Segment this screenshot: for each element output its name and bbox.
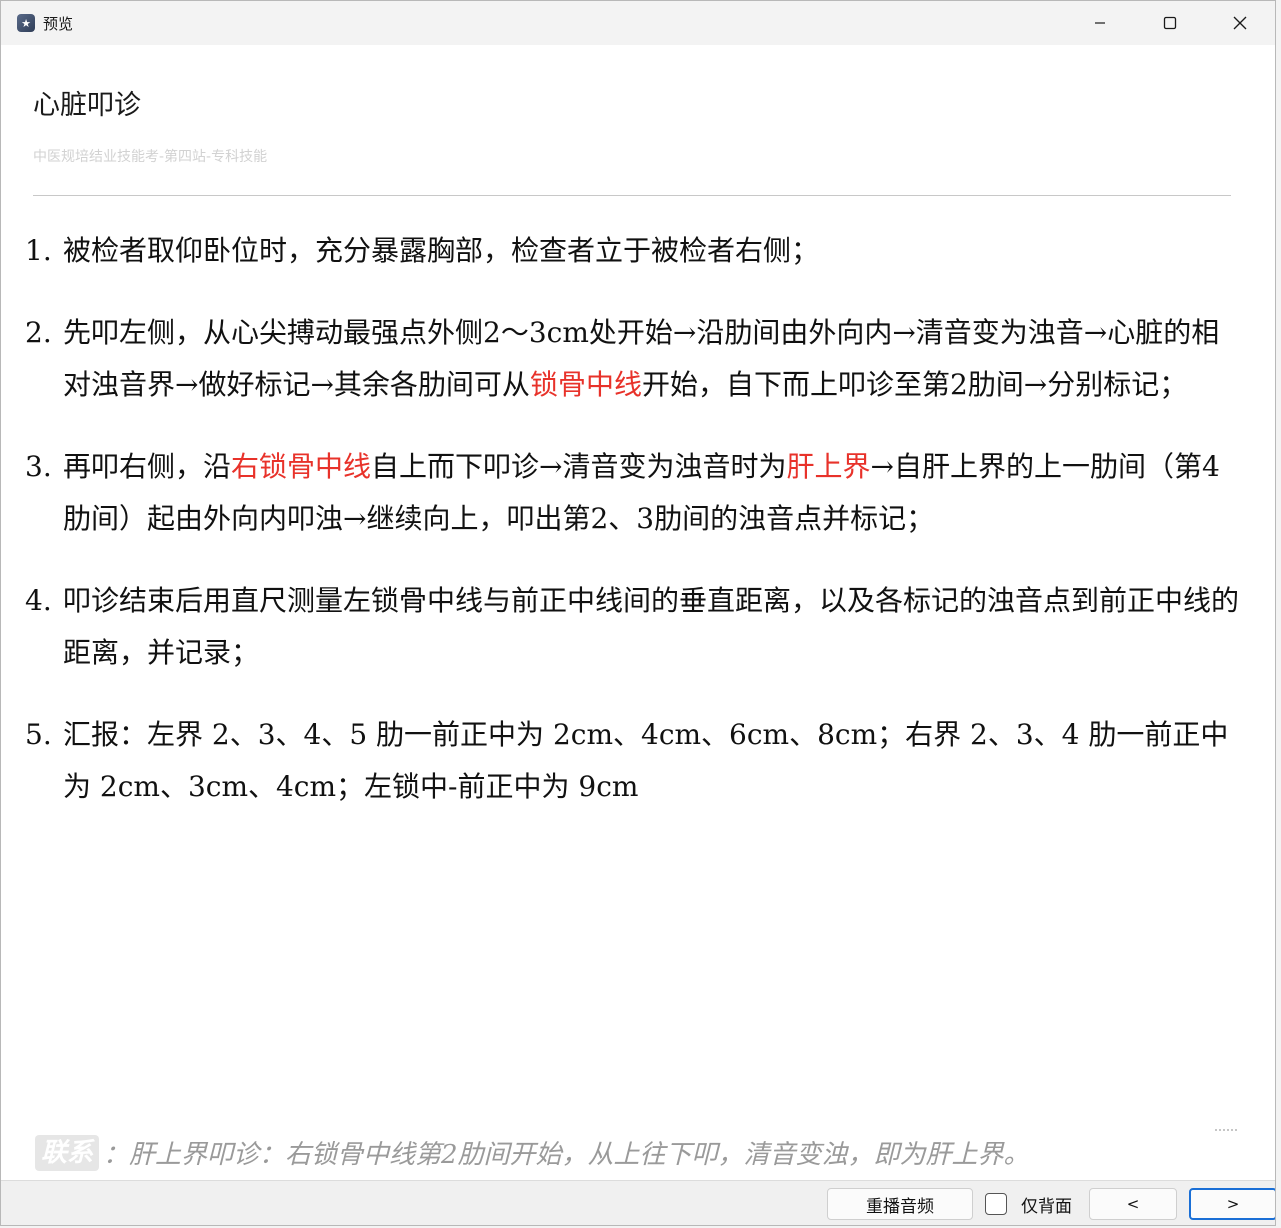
step-text: 再叩右侧，沿: [63, 450, 232, 483]
step-text: 叩诊结束后用直尺测量左锁骨中线与前正中线间的垂直距离，以及各标记的浊音点到前正中…: [63, 584, 1240, 669]
step-number: 3.: [25, 450, 52, 483]
window-title: 预览: [43, 14, 74, 33]
window-controls: [1065, 1, 1275, 45]
next-button[interactable]: >: [1189, 1188, 1275, 1220]
maximize-icon: [1163, 16, 1177, 30]
title-bar: ★ 预览: [1, 1, 1275, 45]
step-number: 1.: [25, 234, 52, 267]
highlight-text: 肝上界: [786, 450, 871, 483]
scroll-grip-icon[interactable]: [1215, 1129, 1237, 1135]
page-subtitle: 中医规培结业技能考-第四站-专科技能: [33, 149, 268, 165]
back-only-checkbox[interactable]: [985, 1193, 1007, 1215]
footnote-text: ：肝上界叩诊：右锁骨中线第2肋间开始，从上往下叩，清音变浊，即为肝上界。: [103, 1140, 1030, 1170]
highlight-text: 锁骨中线: [529, 368, 642, 401]
step-item: 5. 汇报：左界 2、3、4、5 肋一前正中为 2cm、4cm、6cm、8cm；右…: [1, 709, 1241, 813]
footnote: 联系 ：肝上界叩诊：右锁骨中线第2肋间开始，从上往下叩，清音变浊，即为肝上界。: [35, 1134, 1030, 1171]
app-icon: ★: [17, 14, 35, 32]
back-only-label: 仅背面: [1021, 1196, 1072, 1217]
step-text: 被检者取仰卧位时，充分暴露胸部，检查者立于被检者右侧；: [63, 234, 820, 267]
highlight-text: 右锁骨中线: [231, 450, 372, 483]
page-title: 心脏叩诊: [33, 90, 141, 121]
replay-audio-button[interactable]: 重播音频: [827, 1188, 973, 1220]
steps-list: 1. 被检者取仰卧位时，充分暴露胸部，检查者立于被检者右侧； 2. 先叩左侧，从心尖搏…: [1, 225, 1241, 843]
bottom-toolbar: 重播音频 仅背面 < >: [1, 1180, 1275, 1225]
prev-button[interactable]: <: [1089, 1188, 1177, 1220]
step-item: 3. 再叩右侧，沿右锁骨中线自上而下叩诊→清音变为浊音时为肝上界→自肝上界的上一肋…: [1, 441, 1241, 545]
divider: [33, 195, 1231, 196]
step-number: 5.: [25, 718, 52, 751]
step-text: 汇报：左界 2、3、4、5 肋一前正中为 2cm、4cm、6cm、8cm；右界 …: [63, 718, 1229, 803]
step-number: 4.: [25, 584, 52, 617]
step-text: 开始，自下而上叩诊至第2肋间→分别标记；: [641, 368, 1188, 401]
minimize-icon: [1095, 22, 1105, 24]
minimize-button[interactable]: [1065, 1, 1135, 45]
footnote-tag: 联系: [35, 1134, 100, 1171]
maximize-button[interactable]: [1135, 1, 1205, 45]
step-item: 2. 先叩左侧，从心尖搏动最强点外侧2～3cm处开始→沿肋间由外向内→清音变为浊音…: [1, 307, 1241, 411]
content-area: 心脏叩诊 中医规培结业技能考-第四站-专科技能 1. 被检者取仰卧位时，充分暴露胸…: [1, 45, 1275, 1181]
step-number: 2.: [25, 316, 52, 349]
step-item: 4. 叩诊结束后用直尺测量左锁骨中线与前正中线间的垂直距离，以及各标记的浊音点到前…: [1, 575, 1241, 679]
back-only-toggle[interactable]: 仅背面: [985, 1188, 1072, 1220]
step-item: 1. 被检者取仰卧位时，充分暴露胸部，检查者立于被检者右侧；: [1, 225, 1241, 277]
close-icon: [1233, 16, 1247, 30]
preview-window: ★ 预览 心脏叩诊 中医规培结业技能考-第四站-专科技能 1. 被检者取仰卧位时，…: [0, 0, 1276, 1226]
step-text: 自上而下叩诊→清音变为浊音时为: [371, 450, 787, 483]
close-button[interactable]: [1205, 1, 1275, 45]
